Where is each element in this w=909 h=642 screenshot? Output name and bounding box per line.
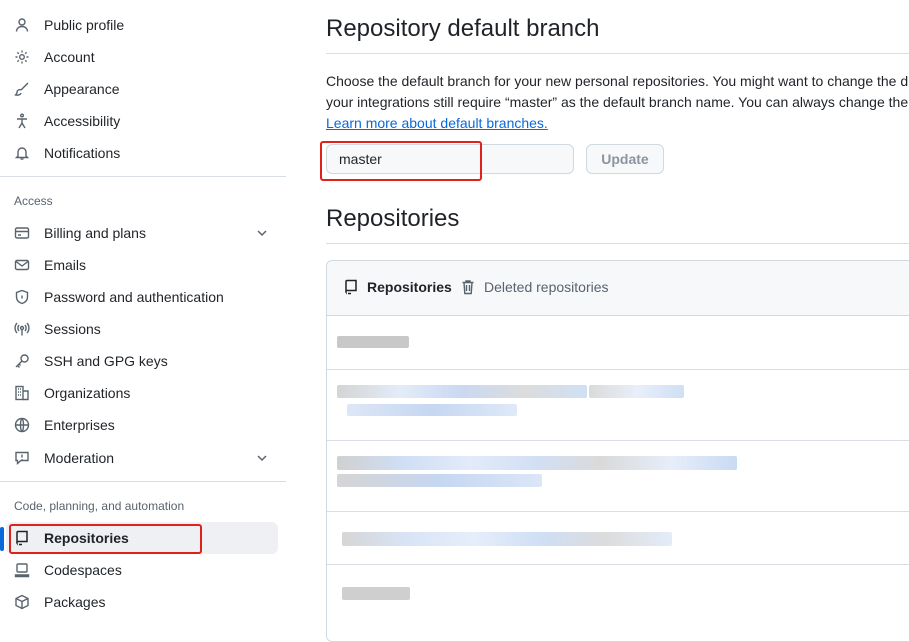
section-label-code-planning: Code, planning, and automation	[14, 499, 185, 513]
active-indicator	[0, 527, 4, 551]
learn-more-link[interactable]: Learn more about default branches.	[326, 115, 548, 131]
tab-repositories[interactable]: Repositories	[343, 279, 452, 295]
report-icon	[12, 448, 32, 468]
sidebar-item-label: Password and authentication	[44, 289, 224, 305]
sidebar-item-label: Repositories	[44, 530, 129, 546]
sidebar-item-ssh-gpg[interactable]: SSH and GPG keys	[6, 345, 278, 377]
redacted-text	[337, 474, 542, 487]
bell-icon	[12, 143, 32, 163]
sidebar-item-label: Enterprises	[44, 417, 115, 433]
sidebar-item-notifications[interactable]: Notifications	[6, 137, 278, 169]
sidebar-item-label: Notifications	[44, 145, 121, 161]
redacted-text	[337, 336, 409, 348]
sidebar-item-packages[interactable]: Packages	[6, 586, 278, 618]
redacted-text	[342, 532, 672, 546]
key-icon	[12, 351, 32, 371]
sidebar-item-label: Packages	[44, 594, 106, 610]
repositories-tabbar: Repositories Deleted repositories	[327, 261, 909, 316]
sidebar-item-account[interactable]: Account	[6, 41, 278, 73]
package-icon	[12, 592, 32, 612]
sidebar-item-public-profile[interactable]: Public profile	[6, 9, 278, 41]
sidebar-item-label: Billing and plans	[44, 225, 146, 241]
sidebar-divider	[0, 176, 286, 177]
chevron-down-icon[interactable]	[254, 225, 270, 241]
sidebar-item-sessions[interactable]: Sessions	[6, 313, 278, 345]
list-item[interactable]	[327, 512, 909, 564]
list-item[interactable]	[327, 441, 909, 511]
sidebar-item-organizations[interactable]: Organizations	[6, 377, 278, 409]
sidebar-item-label: Public profile	[44, 17, 125, 33]
redacted-text	[342, 587, 410, 600]
heading-divider	[326, 243, 909, 244]
shield-lock-icon	[12, 287, 32, 307]
redacted-text	[589, 385, 684, 398]
repositories-panel: Repositories Deleted repositories	[326, 260, 909, 642]
sidebar-item-enterprises[interactable]: Enterprises	[6, 409, 278, 441]
redacted-text	[337, 456, 737, 470]
mail-icon	[12, 255, 32, 275]
update-button[interactable]: Update	[586, 144, 664, 174]
sidebar-item-label: Sessions	[44, 321, 101, 337]
sidebar-item-label: Emails	[44, 257, 87, 273]
person-icon	[12, 15, 32, 35]
repo-icon	[345, 279, 357, 295]
globe-icon	[12, 415, 32, 435]
sidebar-item-codespaces[interactable]: Codespaces	[6, 554, 278, 586]
organization-icon	[12, 383, 32, 403]
page-title: Repository default branch	[326, 15, 600, 42]
sidebar-item-emails[interactable]: Emails	[6, 249, 278, 281]
sidebar-item-billing[interactable]: Billing and plans	[6, 217, 278, 249]
sidebar-item-repositories[interactable]: Repositories	[6, 522, 278, 554]
section-label-access: Access	[14, 194, 53, 208]
heading-divider	[326, 53, 909, 54]
chevron-down-icon[interactable]	[254, 450, 270, 466]
paintbrush-icon	[12, 79, 32, 99]
branch-description: Choose the default branch for your new p…	[326, 73, 909, 131]
tab-deleted-repositories[interactable]: Deleted repositories	[460, 279, 609, 295]
repositories-heading: Repositories	[326, 205, 460, 232]
redacted-text	[347, 404, 517, 416]
sidebar-item-appearance[interactable]: Appearance	[6, 73, 278, 105]
broadcast-icon	[12, 319, 32, 339]
trash-icon	[462, 280, 474, 295]
sidebar-item-label: Organizations	[44, 385, 131, 401]
sidebar-item-accessibility[interactable]: Accessibility	[6, 105, 278, 137]
sidebar-item-label: SSH and GPG keys	[44, 353, 168, 369]
sidebar-item-label: Accessibility	[44, 113, 121, 129]
credit-card-icon	[12, 223, 32, 243]
list-item[interactable]	[327, 316, 909, 369]
gear-icon	[12, 47, 32, 67]
sidebar-item-label: Moderation	[44, 450, 115, 466]
sidebar-item-label: Appearance	[44, 81, 120, 97]
sidebar-item-moderation[interactable]: Moderation	[6, 442, 278, 474]
codespaces-icon	[12, 560, 32, 580]
default-branch-input[interactable]	[326, 144, 574, 174]
list-item[interactable]	[327, 370, 909, 440]
list-item[interactable]	[327, 565, 909, 625]
settings-sidebar: Public profile Account Appearance Access…	[0, 0, 290, 617]
sidebar-divider	[0, 481, 286, 482]
repo-icon	[12, 528, 32, 548]
redacted-text	[337, 385, 587, 398]
accessibility-icon	[12, 111, 32, 131]
sidebar-item-label: Codespaces	[44, 562, 122, 578]
sidebar-item-password-auth[interactable]: Password and authentication	[6, 281, 278, 313]
sidebar-item-label: Account	[44, 49, 95, 65]
